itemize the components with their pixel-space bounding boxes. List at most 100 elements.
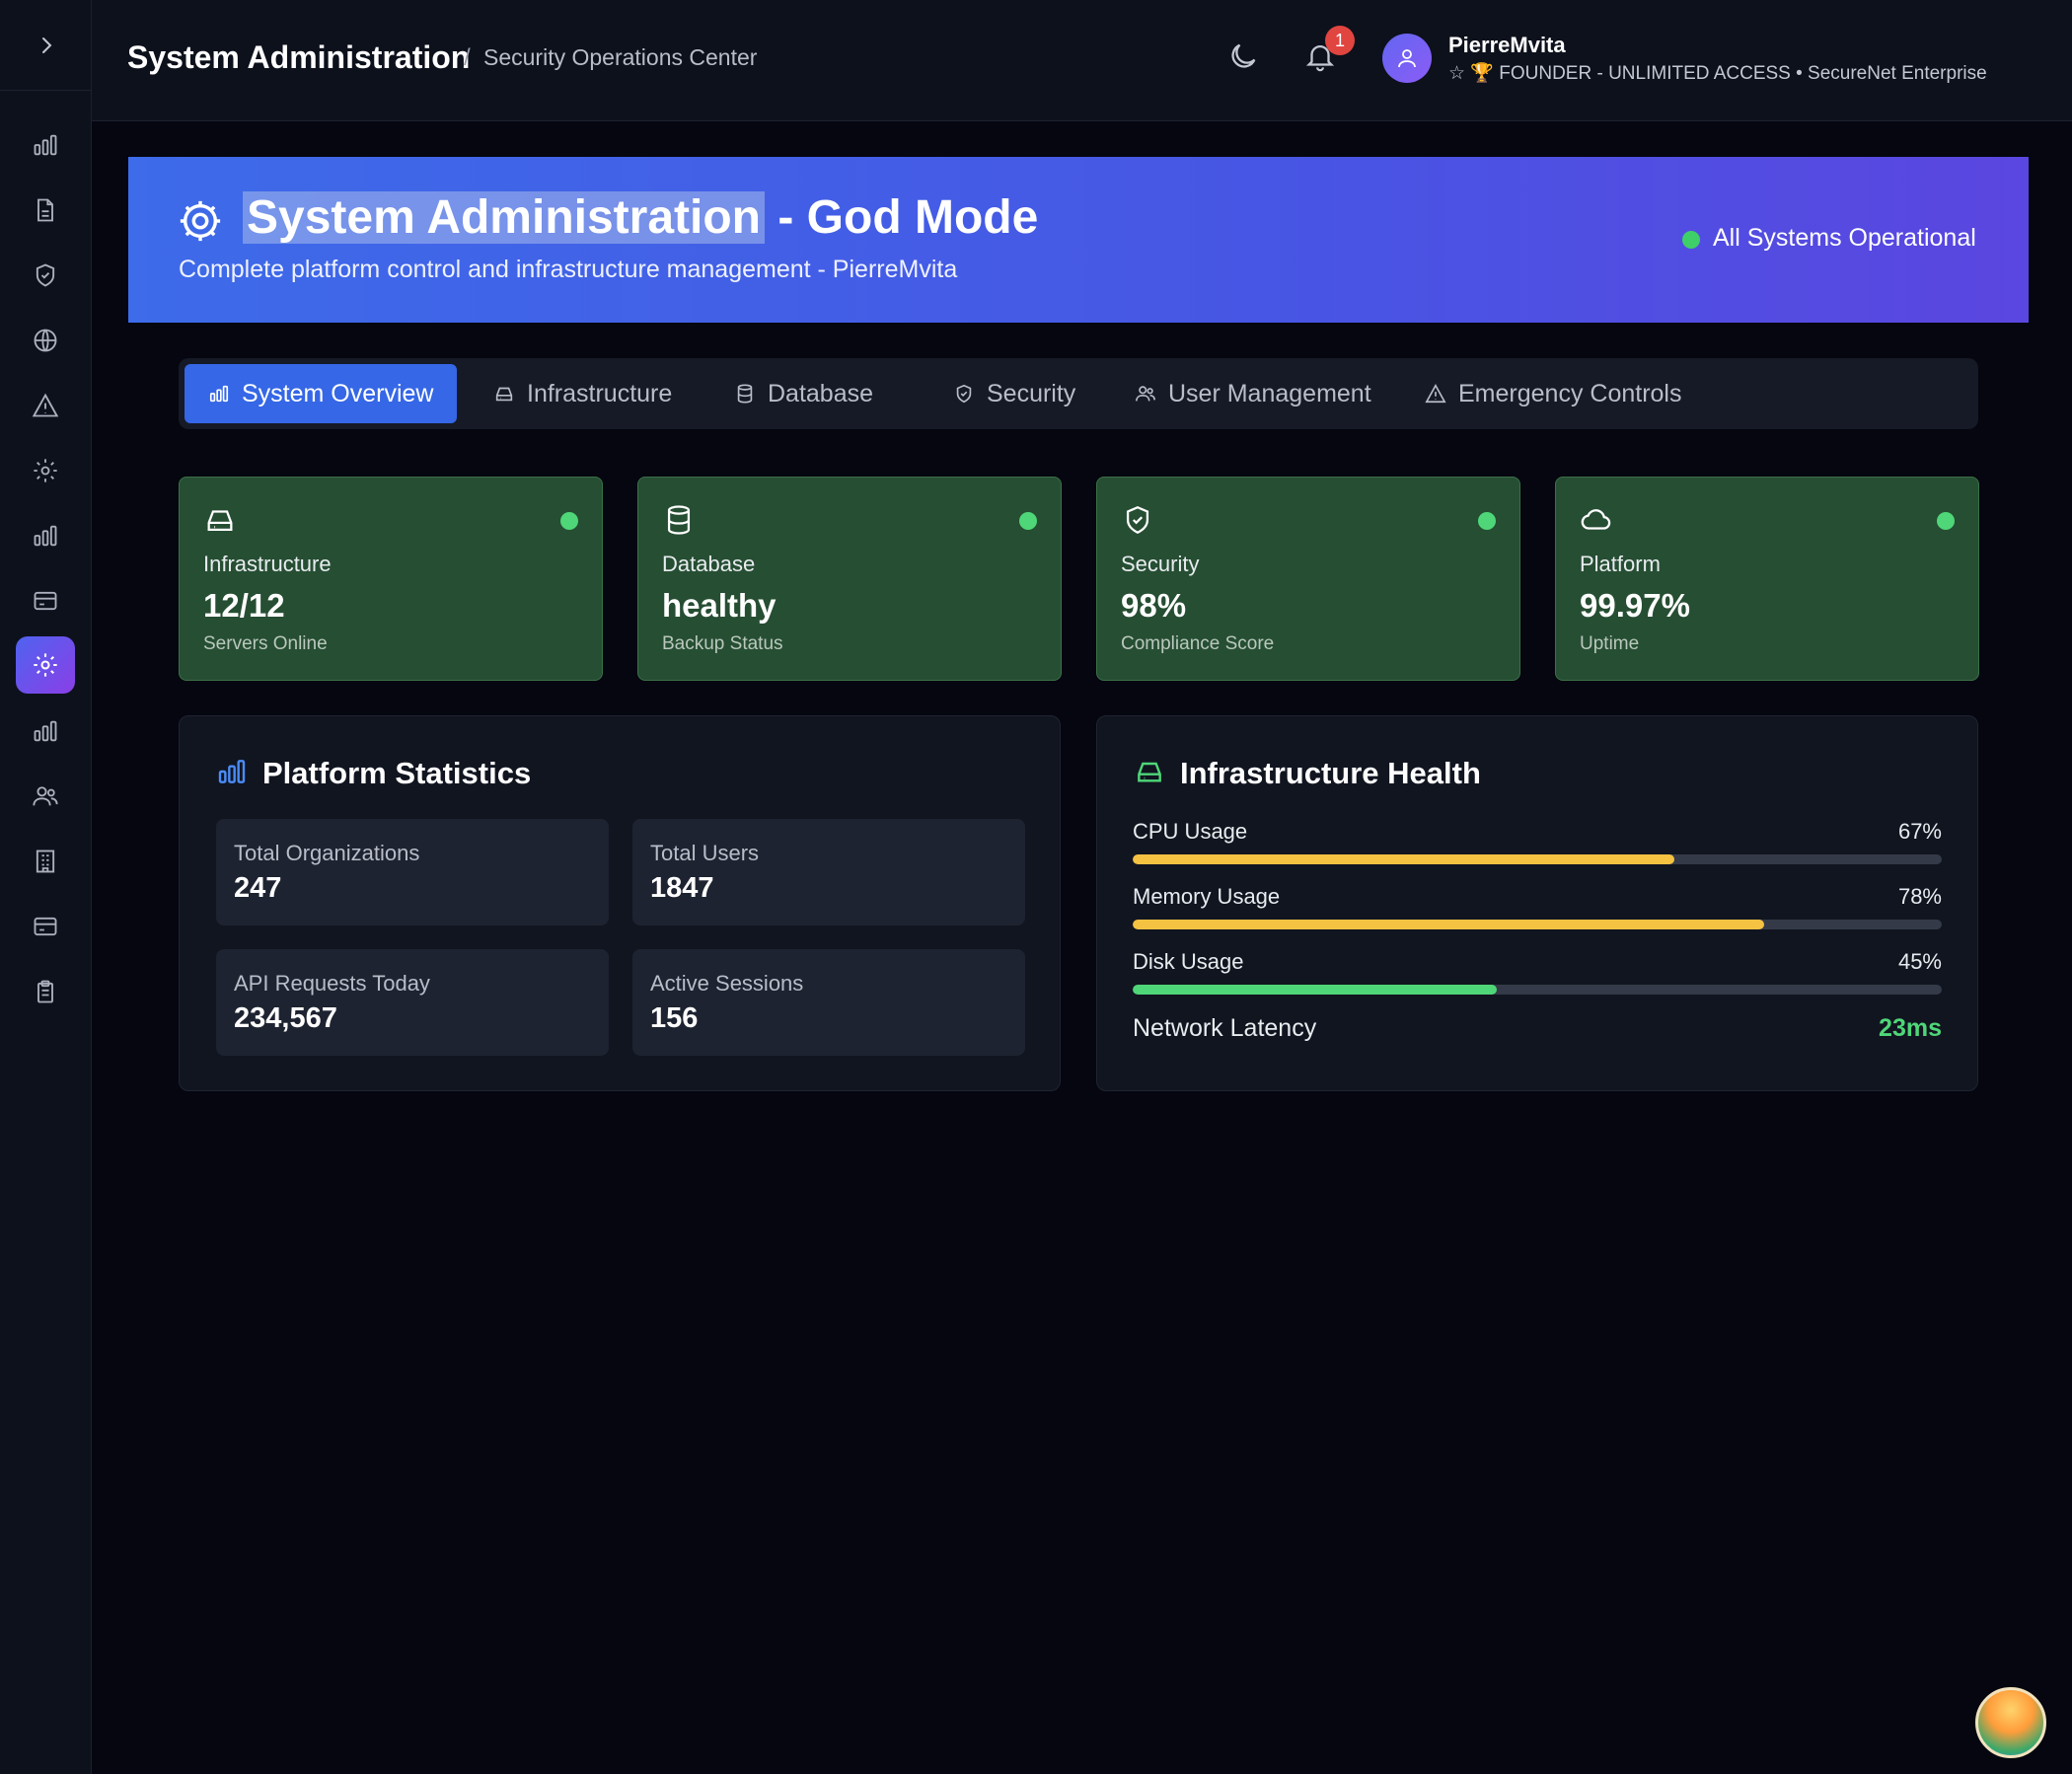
hard-drive-icon <box>1138 762 1161 782</box>
card-label: Platform <box>1580 552 1661 576</box>
platform-statistics-panel: Platform Statistics Total Organizations … <box>179 715 1061 1091</box>
gear-icon <box>180 200 221 242</box>
card-value: 98% <box>1121 587 1187 624</box>
sidebar-item-payments[interactable] <box>16 898 75 955</box>
tab-label: Infrastructure <box>527 379 673 407</box>
panel-title: Infrastructure Health <box>1180 756 1481 790</box>
tab-database[interactable]: Database <box>710 364 897 423</box>
card-label: Security <box>1121 552 1200 576</box>
metric-label-disk: Disk Usage <box>1133 949 1244 974</box>
card-value: 99.97% <box>1580 587 1690 624</box>
credit-card-icon <box>34 591 57 611</box>
avatar[interactable] <box>1382 34 1432 83</box>
tab-label: Database <box>768 379 874 407</box>
network-latency-value: 23ms <box>1879 1014 1942 1042</box>
database-icon <box>737 384 753 404</box>
status-indicator-dot <box>1682 231 1700 249</box>
status-card-security: Security 98% Compliance Score <box>1096 477 1520 681</box>
card-label: Database <box>662 552 756 576</box>
status-dot <box>560 512 578 530</box>
tab-emergency-controls[interactable]: Emergency Controls <box>1401 364 1705 423</box>
stat-value: 234,567 <box>234 1002 337 1034</box>
sidebar-item-users[interactable] <box>16 768 75 825</box>
chevron-right-icon <box>41 37 51 53</box>
tab-infrastructure[interactable]: Infrastructure <box>470 364 696 423</box>
card-note: Servers Online <box>203 633 328 654</box>
hard-drive-icon <box>207 510 233 532</box>
stat-total-organizations: Total Organizations 247 <box>216 819 609 925</box>
metric-label-cpu: CPU Usage <box>1133 819 1248 844</box>
user-name[interactable]: PierreMvita <box>1448 33 1566 58</box>
stat-value: 1847 <box>650 872 714 904</box>
breadcrumb-current[interactable]: Security Operations Center <box>483 44 757 71</box>
card-value: 12/12 <box>203 587 285 624</box>
tab-label: Security <box>987 379 1076 407</box>
hero-banner: System Administration - God Mode Complet… <box>128 157 2029 323</box>
page-title: System Administration <box>127 39 471 75</box>
tab-label: User Management <box>1168 379 1371 407</box>
tab-label: System Overview <box>242 379 434 407</box>
card-label: Infrastructure <box>203 552 332 576</box>
tab-system-overview[interactable]: System Overview <box>185 364 458 423</box>
sidebar-item-settings[interactable] <box>16 442 75 499</box>
stat-api-requests-today: API Requests Today 234,567 <box>216 949 609 1056</box>
card-note: Backup Status <box>662 633 783 654</box>
alert-triangle-icon <box>1425 384 1446 404</box>
tab-bar: System Overview Infrastructure Database … <box>179 358 1978 429</box>
stat-label: Active Sessions <box>650 971 804 996</box>
bar-chart-icon <box>34 134 57 156</box>
sidebar-item-statistics[interactable] <box>16 507 75 564</box>
building-icon <box>36 850 55 873</box>
bar-chart-icon <box>218 760 246 783</box>
database-icon <box>667 505 691 535</box>
breadcrumb-separator: / <box>464 44 471 71</box>
network-latency-label: Network Latency <box>1133 1014 1317 1042</box>
progress-bar-disk <box>1133 985 1942 995</box>
sidebar-item-metrics[interactable] <box>16 702 75 760</box>
sidebar-item-audit[interactable] <box>16 963 75 1020</box>
bar-chart-icon <box>34 525 57 547</box>
card-note: Compliance Score <box>1121 633 1275 654</box>
tab-security[interactable]: Security <box>929 364 1099 423</box>
metric-percent-cpu: 67% <box>1897 819 1942 844</box>
progress-fill-memory <box>1133 920 1764 929</box>
notification-badge[interactable]: 1 <box>1325 26 1355 55</box>
cloud-icon <box>1581 509 1611 530</box>
tab-user-management[interactable]: User Management <box>1111 364 1395 423</box>
user-icon <box>1398 49 1416 68</box>
sidebar-item-analytics[interactable] <box>16 116 75 174</box>
banner-subtitle: Complete platform control and infrastruc… <box>179 256 958 283</box>
sidebar-item-billing[interactable] <box>16 572 75 629</box>
sidebar-item-reports[interactable] <box>16 182 75 239</box>
stat-label: API Requests Today <box>234 971 430 996</box>
sidebar-item-security[interactable] <box>16 247 75 304</box>
stat-active-sessions: Active Sessions 156 <box>632 949 1025 1056</box>
banner-title-suffix: - God Mode <box>765 191 1039 244</box>
sidebar-toggle-button[interactable] <box>0 0 92 91</box>
sidebar-item-alerts[interactable] <box>16 377 75 434</box>
credit-card-icon <box>34 917 57 936</box>
shield-check-icon <box>1126 506 1149 535</box>
user-role: ☆ 🏆 FOUNDER - UNLIMITED ACCESS • SecureN… <box>1448 63 1987 84</box>
sidebar <box>0 0 92 1774</box>
metric-percent-memory: 78% <box>1897 884 1942 909</box>
status-card-platform: Platform 99.97% Uptime <box>1555 477 1979 681</box>
assistant-launcher-button[interactable] <box>1975 1687 2046 1758</box>
bar-chart-icon <box>34 720 57 742</box>
moon-icon[interactable] <box>1226 39 1260 73</box>
banner-title: System Administration - God Mode <box>243 190 1038 245</box>
card-value: healthy <box>662 587 777 624</box>
stat-label: Total Organizations <box>234 841 420 865</box>
metric-percent-disk: 45% <box>1897 949 1942 974</box>
sidebar-item-system-admin[interactable] <box>16 636 75 694</box>
sidebar-item-organizations[interactable] <box>16 833 75 890</box>
gear-icon <box>34 459 57 482</box>
banner-title-highlight: System Administration <box>243 191 765 244</box>
status-dot <box>1019 512 1037 530</box>
document-icon <box>37 198 53 222</box>
status-card-database: Database healthy Backup Status <box>637 477 1062 681</box>
clipboard-icon <box>37 980 53 1003</box>
sidebar-item-network[interactable] <box>16 312 75 369</box>
top-header: System Administration / Security Operati… <box>92 0 2072 121</box>
infrastructure-health-panel: Infrastructure Health CPU Usage 67% Memo… <box>1096 715 1978 1091</box>
